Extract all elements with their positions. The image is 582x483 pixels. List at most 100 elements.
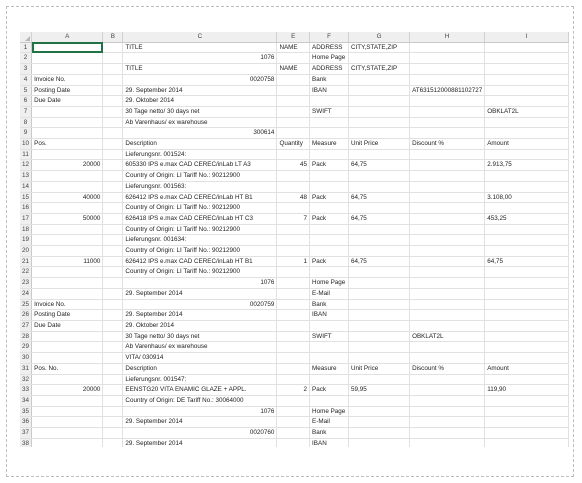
cell-a[interactable]: [31, 224, 104, 236]
cell-h[interactable]: [409, 224, 486, 236]
cell-e[interactable]: [276, 288, 311, 300]
cell-g[interactable]: [348, 374, 411, 386]
column-header-i[interactable]: I: [484, 32, 569, 43]
row-header[interactable]: 5: [20, 85, 33, 97]
cell-c[interactable]: 29. Oktober 2014: [122, 95, 278, 107]
cell-f[interactable]: [309, 224, 349, 236]
cell-b[interactable]: [102, 299, 124, 311]
cell-f[interactable]: [309, 245, 349, 257]
cell-c[interactable]: Lieferungsnr. 001634:: [122, 234, 278, 247]
cell-b[interactable]: [102, 256, 124, 268]
cell-g[interactable]: 64,75: [348, 256, 411, 268]
cell-g[interactable]: [348, 95, 411, 107]
cell-i[interactable]: [484, 331, 569, 343]
cell-b[interactable]: [102, 149, 124, 161]
cell-i[interactable]: [484, 149, 569, 161]
cell-g[interactable]: [348, 74, 411, 86]
cell-a[interactable]: Posting Date: [31, 85, 104, 97]
cell-f[interactable]: [309, 341, 349, 354]
cell-h[interactable]: [409, 438, 486, 447]
cell-a[interactable]: [31, 352, 104, 364]
cell-e[interactable]: [276, 406, 311, 418]
row-header[interactable]: 19: [20, 234, 33, 247]
cell-a[interactable]: [31, 266, 104, 279]
cell-c[interactable]: 29. September 2014: [122, 309, 278, 321]
cell-g[interactable]: [348, 427, 411, 439]
cell-i[interactable]: Amount: [484, 363, 569, 375]
cell-c[interactable]: 29. September 2014: [122, 85, 278, 97]
cell-f[interactable]: ADDRESS: [309, 42, 349, 54]
cell-a[interactable]: [31, 170, 104, 182]
cell-g[interactable]: 64,75: [348, 159, 411, 172]
cell-e[interactable]: [276, 234, 311, 247]
cell-g[interactable]: [348, 245, 411, 257]
cell-h[interactable]: [409, 127, 486, 140]
row-header[interactable]: 15: [20, 192, 33, 204]
cell-e[interactable]: [276, 106, 311, 118]
cell-f[interactable]: Pack: [309, 256, 349, 268]
cell-g[interactable]: [348, 52, 411, 65]
cell-f[interactable]: IBAN: [309, 85, 349, 97]
cell-b[interactable]: [102, 266, 124, 279]
cell-g[interactable]: 64,75: [348, 192, 411, 204]
cell-i[interactable]: [484, 170, 569, 182]
cell-a[interactable]: [31, 277, 104, 289]
cell-e[interactable]: [276, 127, 311, 140]
cell-b[interactable]: [102, 320, 124, 332]
cell-e[interactable]: [276, 299, 311, 311]
row-header[interactable]: 37: [20, 427, 33, 439]
cell-e[interactable]: [276, 181, 311, 193]
cell-e[interactable]: [276, 309, 311, 321]
cell-e[interactable]: [276, 202, 311, 214]
row-header[interactable]: 21: [20, 256, 33, 268]
row-header[interactable]: 27: [20, 320, 33, 332]
cell-g[interactable]: [348, 438, 411, 447]
cell-i[interactable]: [484, 309, 569, 321]
cell-h[interactable]: [409, 170, 486, 182]
cell-i[interactable]: 64,75: [484, 256, 569, 268]
cell-b[interactable]: [102, 395, 124, 407]
cell-c[interactable]: 1076: [122, 277, 278, 289]
cell-h[interactable]: [409, 309, 486, 321]
cell-f[interactable]: Pack: [309, 213, 349, 225]
cell-f[interactable]: [309, 395, 349, 407]
cell-b[interactable]: [102, 192, 124, 204]
cell-a[interactable]: 40000: [31, 192, 104, 204]
cell-b[interactable]: [102, 288, 124, 300]
cell-e[interactable]: [276, 149, 311, 161]
cell-a[interactable]: [31, 395, 104, 407]
cell-a[interactable]: 11000: [31, 256, 104, 268]
cell-i[interactable]: [484, 85, 569, 97]
cell-e[interactable]: [276, 395, 311, 407]
cell-i[interactable]: [484, 202, 569, 214]
cell-g[interactable]: [348, 395, 411, 407]
cell-i[interactable]: [484, 117, 569, 129]
cell-b[interactable]: [102, 127, 124, 140]
row-header[interactable]: 4: [20, 74, 33, 86]
cell-c[interactable]: 300614: [122, 127, 278, 140]
cell-g[interactable]: [348, 202, 411, 214]
cell-i[interactable]: [484, 63, 569, 75]
cell-c[interactable]: 626412 IPS e.max CAD CEREC/inLab HT B1: [122, 192, 278, 204]
row-header[interactable]: 8: [20, 117, 33, 129]
cell-e[interactable]: [276, 266, 311, 279]
cell-a[interactable]: Pos.: [31, 138, 104, 150]
cell-f[interactable]: [309, 95, 349, 107]
cell-f[interactable]: Bank: [309, 299, 349, 311]
cell-i[interactable]: [484, 395, 569, 407]
cell-a[interactable]: Invoice No.: [31, 74, 104, 86]
cell-g[interactable]: CITY,STATE,ZIP: [348, 63, 411, 75]
cell-i[interactable]: Amount: [484, 138, 569, 150]
cell-f[interactable]: Bank: [309, 74, 349, 86]
cell-g[interactable]: [348, 309, 411, 321]
row-header[interactable]: 33: [20, 384, 33, 396]
cell-e[interactable]: [276, 277, 311, 289]
cell-c[interactable]: 0020758: [122, 74, 278, 86]
cell-b[interactable]: [102, 170, 124, 182]
cell-h[interactable]: [409, 106, 486, 118]
cell-f[interactable]: [309, 170, 349, 182]
cell-h[interactable]: [409, 245, 486, 257]
cell-i[interactable]: [484, 127, 569, 140]
cell-c[interactable]: Lieferungsnr. 001547:: [122, 374, 278, 386]
cell-c[interactable]: 30 Tage netto/ 30 days net: [122, 331, 278, 343]
